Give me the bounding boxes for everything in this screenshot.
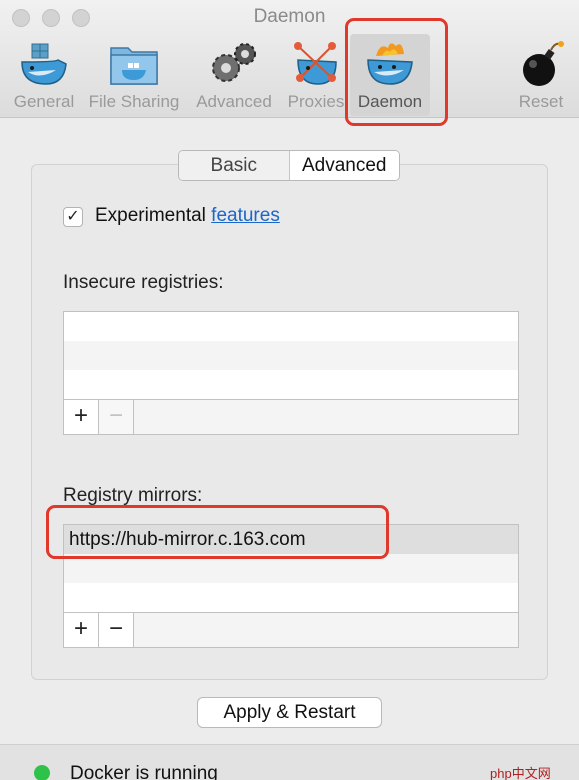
annotation-highlight-daemon: [345, 18, 448, 126]
add-insecure-registry-button[interactable]: +: [64, 400, 99, 434]
features-link[interactable]: features: [211, 205, 280, 226]
bomb-icon: [523, 41, 564, 86]
toolbar-file-sharing-label: File Sharing: [88, 92, 180, 111]
toolbar-advanced[interactable]: Advanced: [192, 34, 276, 116]
toolbar-general[interactable]: General: [10, 34, 78, 116]
experimental-label: Experimental features: [95, 205, 280, 227]
toolbar-proxies-label: Proxies: [287, 92, 345, 111]
remove-insecure-registry-button[interactable]: −: [99, 400, 134, 434]
title-bar: Daemon General File Sharing Advanced Pro…: [0, 0, 579, 118]
toolbar-reset[interactable]: Reset: [510, 34, 572, 116]
insecure-registries-list[interactable]: [63, 311, 519, 400]
toolbar-proxies[interactable]: Proxies: [282, 34, 350, 116]
registry-mirrors-label: Registry mirrors:: [63, 485, 203, 506]
insecure-registries-controls: + −: [63, 400, 519, 435]
tab-basic[interactable]: Basic: [179, 151, 290, 180]
annotation-highlight-mirror: [46, 505, 389, 559]
add-registry-mirror-button[interactable]: +: [64, 613, 99, 647]
status-indicator-icon: [34, 765, 50, 780]
docker-preferences-window: Daemon General File Sharing Advanced Pro…: [0, 0, 579, 780]
experimental-checkbox[interactable]: ✓: [63, 207, 83, 227]
docker-whale-icon: [21, 43, 67, 85]
registry-mirrors-controls: + −: [63, 613, 519, 648]
remove-registry-mirror-button[interactable]: −: [99, 613, 134, 647]
list-row[interactable]: [64, 583, 518, 612]
network-whale-icon: [294, 42, 337, 85]
tab-switcher: Basic Advanced: [178, 150, 400, 181]
list-row[interactable]: [64, 312, 518, 341]
window-title: Daemon: [253, 6, 326, 27]
watermark-logo: php中文网: [490, 766, 551, 780]
gears-icon: [212, 43, 256, 82]
toolbar-general-label: General: [13, 92, 75, 111]
toolbar-advanced-label: Advanced: [196, 92, 272, 111]
list-row[interactable]: [64, 341, 518, 370]
tab-advanced[interactable]: Advanced: [289, 151, 399, 180]
folder-whale-icon: [110, 47, 158, 85]
toolbar-file-sharing[interactable]: File Sharing: [86, 34, 182, 116]
insecure-registries-label: Insecure registries:: [63, 272, 224, 293]
apply-restart-button[interactable]: Apply & Restart: [197, 697, 382, 728]
toolbar-reset-label: Reset: [518, 92, 564, 111]
list-row[interactable]: [64, 370, 518, 399]
status-text: Docker is running: [70, 763, 218, 780]
experimental-text: Experimental: [95, 205, 206, 226]
